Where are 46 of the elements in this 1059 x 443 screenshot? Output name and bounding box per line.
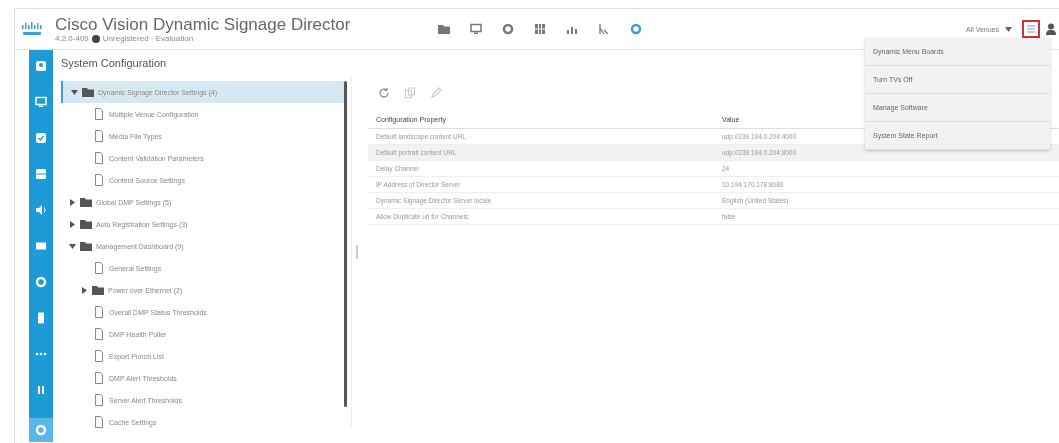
app-title: Cisco Vision Dynamic Signage Director xyxy=(55,15,351,34)
file-icon xyxy=(93,130,105,142)
caret-down-icon[interactable] xyxy=(71,88,78,96)
caret-down-icon[interactable] xyxy=(69,242,76,250)
menu-button[interactable] xyxy=(1022,20,1040,38)
box-icon[interactable] xyxy=(33,166,49,182)
info-icon xyxy=(91,34,100,43)
folder-icon xyxy=(80,196,92,208)
file-icon xyxy=(93,350,105,362)
file-icon xyxy=(93,394,105,406)
file-icon xyxy=(93,416,105,428)
scrollbar[interactable] xyxy=(344,81,347,407)
file-icon xyxy=(93,152,105,164)
license-text: Unregistered · Evaluation xyxy=(102,34,194,43)
caret-icon xyxy=(1005,26,1012,32)
folder-icon xyxy=(92,284,104,296)
caret-right-icon[interactable] xyxy=(81,286,88,294)
grid-icon[interactable] xyxy=(534,23,547,35)
file-icon xyxy=(93,108,105,120)
folder-icon xyxy=(80,218,92,230)
splitter-handle[interactable] xyxy=(356,245,358,259)
page-title: System Configuration xyxy=(61,56,167,71)
user-icon[interactable] xyxy=(1046,23,1056,35)
refresh-icon[interactable] xyxy=(378,87,390,99)
logo-icon xyxy=(21,21,43,37)
menu-icon xyxy=(1026,24,1036,34)
caret-right-icon[interactable] xyxy=(69,198,76,206)
ring-icon[interactable] xyxy=(33,274,49,290)
file-icon xyxy=(93,372,105,384)
version-text: 4.2.0-409 xyxy=(55,34,89,43)
caret-right-icon[interactable] xyxy=(69,220,76,228)
document-check-icon[interactable] xyxy=(33,130,49,146)
file-icon xyxy=(93,328,105,340)
folder-icon xyxy=(82,86,94,98)
user-icon[interactable] xyxy=(33,58,49,74)
gear-icon[interactable] xyxy=(502,23,515,35)
folder-icon[interactable] xyxy=(438,23,451,35)
ring-icon[interactable] xyxy=(29,418,53,442)
folder-icon xyxy=(80,240,92,252)
file-icon xyxy=(93,174,105,186)
ring-icon[interactable] xyxy=(630,23,643,35)
monitor-icon[interactable] xyxy=(470,23,483,35)
monitor-icon[interactable] xyxy=(33,94,49,110)
file-icon xyxy=(93,306,105,318)
file-icon xyxy=(93,262,105,274)
signal-icon[interactable] xyxy=(598,23,611,35)
